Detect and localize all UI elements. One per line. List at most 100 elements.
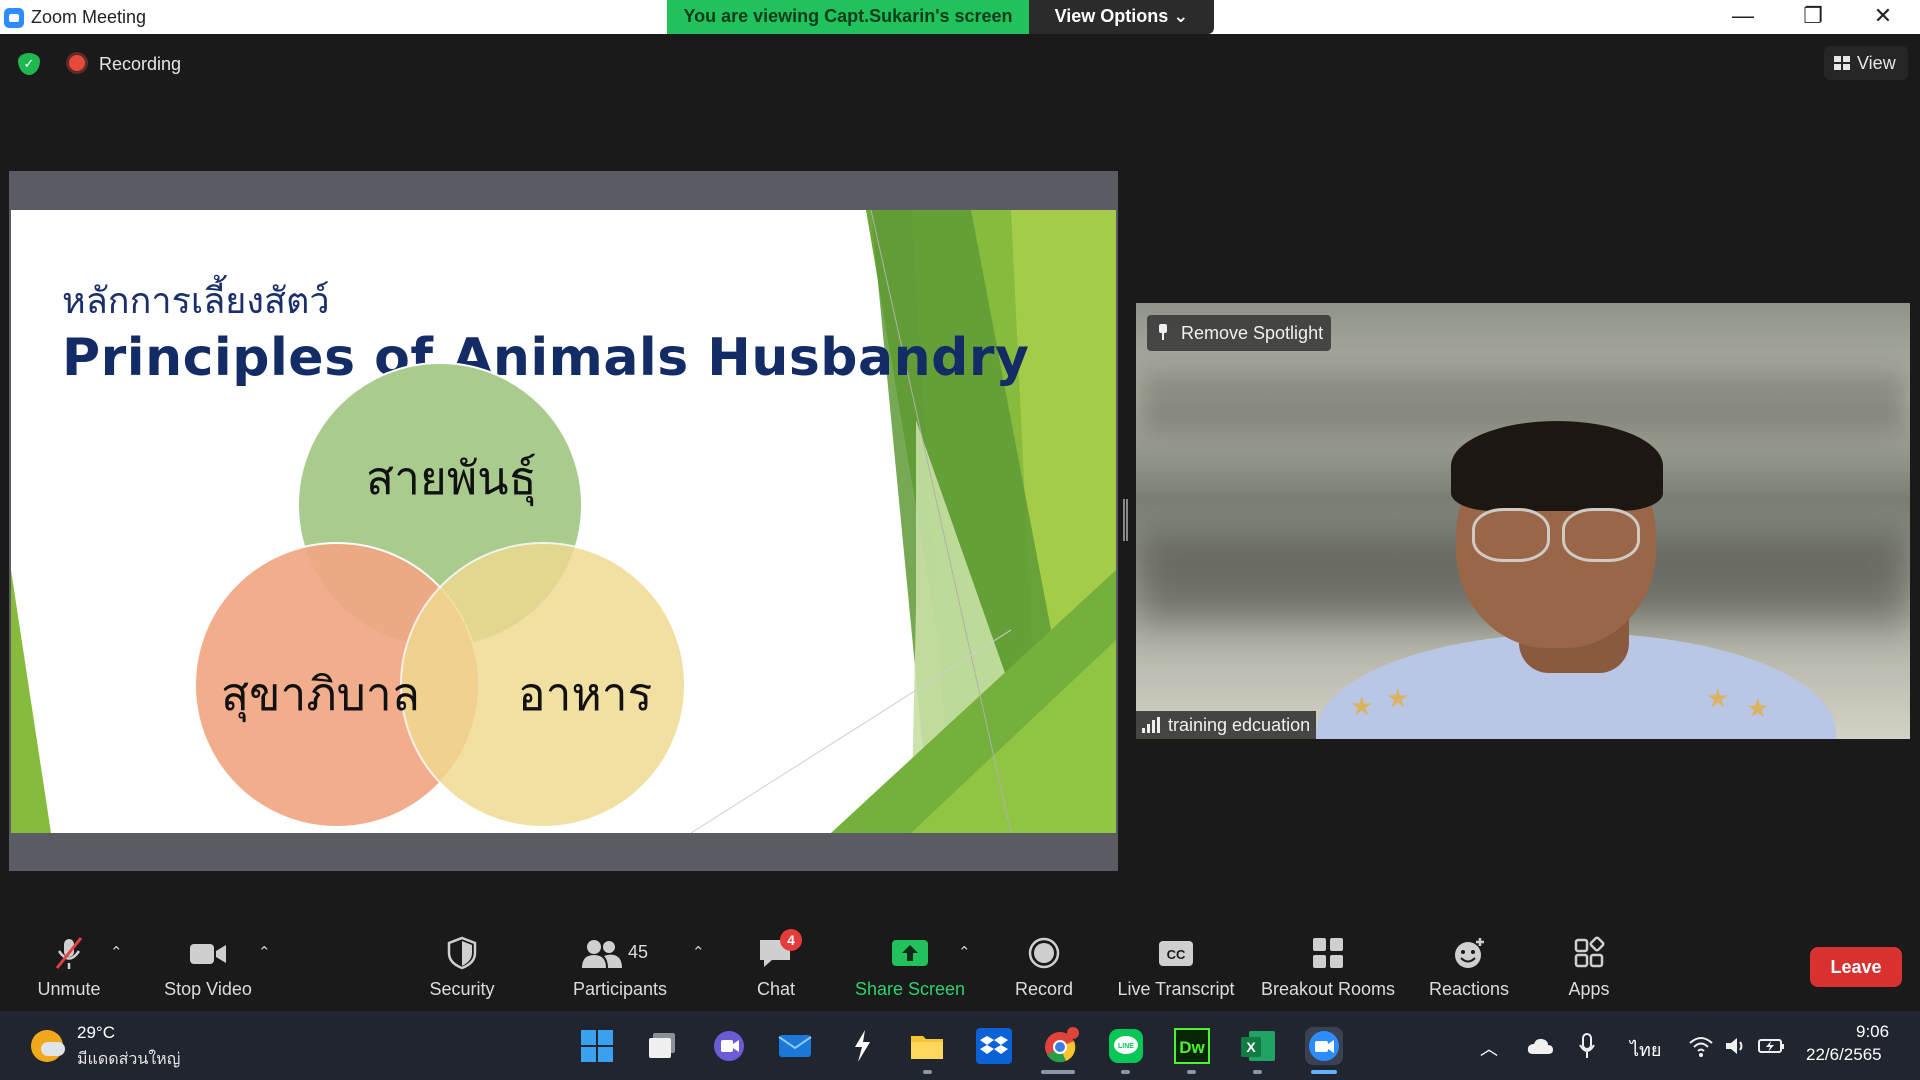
remove-spotlight-label: Remove Spotlight — [1181, 323, 1324, 343]
stop-video-button[interactable]: Stop Video — [150, 917, 266, 1011]
battery-charging-icon[interactable] — [1758, 1036, 1786, 1061]
reactions-smiley-icon — [1449, 936, 1489, 970]
security-shield-icon — [442, 936, 482, 970]
participants-button[interactable]: 45 Participants — [560, 917, 680, 1011]
show-hidden-icons-icon[interactable]: ︿ — [1480, 1035, 1498, 1061]
reactions-label: Reactions — [1428, 979, 1510, 999]
input-language-indicator[interactable]: ไทย — [1630, 1035, 1661, 1064]
audio-options-caret-icon[interactable]: ⌃ — [110, 943, 123, 961]
chat-label: Chat — [756, 979, 796, 999]
clock-date[interactable]: 22/6/2565 — [1806, 1045, 1882, 1065]
venn-label-breed: สายพันธุ์ — [366, 451, 537, 505]
leave-button[interactable]: Leave — [1810, 947, 1902, 987]
apps-button[interactable]: Apps — [1556, 917, 1622, 1011]
file-explorer-icon[interactable] — [908, 1027, 946, 1065]
rank-star-icon: ★ — [1386, 683, 1410, 713]
resize-handle[interactable] — [1123, 499, 1128, 541]
stop-video-label: Stop Video — [164, 979, 252, 999]
task-view-icon[interactable] — [644, 1027, 682, 1065]
venn-diagram — [194, 362, 686, 828]
share-screen-button[interactable]: Share Screen — [850, 917, 970, 1011]
record-button[interactable]: Record — [1004, 917, 1084, 1011]
remove-spotlight-button[interactable]: Remove Spotlight — [1147, 315, 1332, 351]
unmute-button[interactable]: Unmute — [18, 917, 120, 1011]
zoom-window: Zoom Meeting You are viewing Capt.Sukari… — [0, 0, 1920, 1080]
rank-star-icon: ★ — [1706, 683, 1730, 713]
minimize-icon[interactable]: — — [1712, 0, 1774, 34]
record-label: Record — [1014, 979, 1074, 999]
record-icon — [1024, 936, 1064, 970]
apps-icon — [1569, 936, 1609, 970]
mail-icon[interactable] — [776, 1027, 814, 1065]
teams-chat-icon[interactable] — [710, 1027, 748, 1065]
pin-icon — [1157, 324, 1169, 340]
line-messenger-icon[interactable]: LINE — [1107, 1027, 1145, 1065]
video-options-caret-icon[interactable]: ⌃ — [258, 943, 271, 961]
weather-description[interactable]: มีแดดส่วนใหญ่ — [77, 1047, 180, 1072]
zoom-taskbar-icon[interactable] — [1305, 1027, 1343, 1065]
recording-indicator-icon — [69, 55, 85, 71]
title-bar: Zoom Meeting You are viewing Capt.Sukari… — [0, 0, 1920, 34]
venn-label-feed: อาหาร — [518, 667, 653, 721]
live-transcript-button[interactable]: CC Live Transcript — [1112, 917, 1240, 1011]
tool-app-icon[interactable] — [843, 1027, 881, 1065]
signal-strength-icon — [1142, 717, 1162, 733]
reactions-button[interactable]: Reactions — [1424, 917, 1514, 1011]
view-button[interactable]: View — [1824, 46, 1908, 80]
glasses-left — [1472, 508, 1550, 562]
rank-star-icon: ★ — [1746, 693, 1770, 723]
cc-glyph: CC — [1167, 947, 1186, 962]
participants-icon: 45 — [580, 936, 660, 970]
shared-screen: หลักการเลี้ยงสัตว์ Principles of Animals… — [9, 171, 1118, 871]
security-button[interactable]: Security — [414, 917, 510, 1011]
share-screen-label: Share Screen — [854, 979, 966, 999]
muted-microphone-icon — [49, 936, 89, 970]
security-label: Security — [429, 979, 495, 999]
apps-label: Apps — [1568, 979, 1610, 999]
grid-view-icon — [1834, 56, 1850, 70]
dropbox-icon[interactable] — [975, 1027, 1013, 1065]
onedrive-cloud-icon[interactable] — [1526, 1036, 1554, 1061]
microphone-tray-icon[interactable] — [1578, 1033, 1596, 1064]
volume-icon[interactable] — [1724, 1035, 1748, 1062]
viewing-screen-banner: You are viewing Capt.Sukarin's screen — [667, 0, 1029, 34]
video-camera-icon — [188, 936, 228, 970]
close-icon[interactable]: ✕ — [1852, 0, 1914, 34]
share-options-caret-icon[interactable]: ⌃ — [958, 943, 971, 961]
dreamweaver-icon[interactable]: Dw — [1173, 1027, 1211, 1065]
excel-icon[interactable]: X — [1239, 1027, 1277, 1065]
venn-label-sanitation: สุขาภิบาล — [221, 667, 420, 721]
view-label: View — [1857, 53, 1896, 73]
participant-video-tile[interactable]: ★ ★ ★ ★ Remove Spotlight training edcuat… — [1136, 303, 1910, 739]
dreamweaver-glyph: Dw — [1179, 1038, 1205, 1057]
breakout-rooms-icon — [1308, 936, 1348, 970]
live-transcript-label: Live Transcript — [1117, 979, 1235, 999]
participant-name: training edcuation — [1168, 715, 1311, 735]
glasses-right — [1562, 508, 1640, 562]
participants-count: 45 — [628, 942, 649, 962]
unmute-label: Unmute — [37, 979, 101, 999]
share-screen-icon — [890, 936, 930, 970]
presentation-slide: หลักการเลี้ยงสัตว์ Principles of Animals… — [11, 210, 1116, 833]
window-title: Zoom Meeting — [31, 7, 147, 27]
closed-caption-icon: CC — [1156, 936, 1196, 970]
breakout-rooms-button[interactable]: Breakout Rooms — [1258, 917, 1398, 1011]
participants-options-caret-icon[interactable]: ⌃ — [692, 943, 705, 961]
weather-sun-cloud-icon[interactable] — [31, 1030, 65, 1062]
chat-button[interactable]: 4 Chat — [740, 917, 812, 1011]
excel-glyph: X — [1246, 1039, 1256, 1055]
encryption-shield-icon[interactable]: ✓ — [18, 53, 40, 75]
clock-time[interactable]: 9:06 — [1856, 1022, 1889, 1042]
breakout-rooms-label: Breakout Rooms — [1260, 979, 1396, 999]
restore-icon[interactable]: ❐ — [1782, 0, 1844, 34]
view-options-button[interactable]: View Options ⌄ — [1029, 0, 1214, 34]
chrome-icon[interactable] — [1041, 1027, 1079, 1065]
participant-name-tag: training edcuation — [1136, 711, 1317, 739]
participants-label: Participants — [572, 979, 668, 999]
windows-start-icon[interactable] — [578, 1027, 616, 1065]
chat-unread-badge: 4 — [780, 929, 802, 951]
weather-temperature[interactable]: 29°C — [77, 1023, 115, 1043]
zoom-app-icon — [4, 8, 24, 28]
recording-label: Recording — [99, 54, 182, 74]
wifi-icon[interactable] — [1688, 1035, 1714, 1062]
